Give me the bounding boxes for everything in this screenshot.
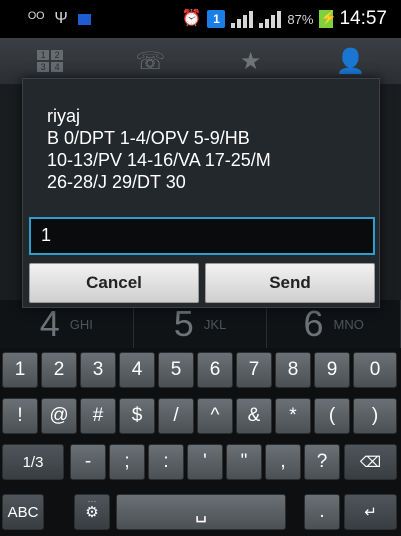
key-period[interactable]: . <box>304 494 340 530</box>
key-apostrophe[interactable]: ' <box>187 444 223 480</box>
key-hash[interactable]: # <box>80 398 116 434</box>
page-toggle-key[interactable]: 1/3 <box>2 444 64 480</box>
keyboard-row-symbols: ! @ # $ / ^ & * ( ) <box>0 398 401 436</box>
clock-time: 14:57 <box>339 8 387 29</box>
settings-key[interactable]: ··· ⚙ <box>74 494 110 530</box>
key-dash[interactable]: - <box>70 444 106 480</box>
send-button[interactable]: Send <box>205 263 375 303</box>
key-0[interactable]: 0 <box>353 352 397 388</box>
key-semicolon[interactable]: ; <box>109 444 145 480</box>
key-open-paren[interactable]: ( <box>314 398 350 434</box>
key-caret[interactable]: ^ <box>197 398 233 434</box>
key-2[interactable]: 2 <box>41 352 77 388</box>
dialog-message-line: B 0/DPT 1-4/OPV 5-9/HB <box>47 128 250 148</box>
star-icon: ★ <box>239 47 262 75</box>
key-3[interactable]: 3 <box>80 352 116 388</box>
dialog-message-line: riyaj <box>47 106 81 126</box>
key-5[interactable]: 5 <box>158 352 194 388</box>
keyboard-row-digits: 1 2 3 4 5 6 7 8 9 0 <box>0 352 401 390</box>
key-dollar[interactable]: $ <box>119 398 155 434</box>
voicemail-icon: ᴼᴼ <box>28 10 45 27</box>
key-7[interactable]: 7 <box>236 352 272 388</box>
key-4[interactable]: 4 <box>119 352 155 388</box>
enter-key[interactable]: ↵ <box>344 494 397 530</box>
notification-icon <box>77 13 91 25</box>
space-icon: ␣ <box>194 501 208 523</box>
ussd-dialog: riyaj B 0/DPT 1-4/OPV 5-9/HB 10-13/PV 14… <box>22 78 380 308</box>
more-dots: ··· <box>87 496 97 506</box>
signal-icon <box>259 10 282 28</box>
cancel-button[interactable]: Cancel <box>29 263 199 303</box>
key-quote[interactable]: " <box>226 444 262 480</box>
status-bar: ᴼᴼ Ψ ⏰ 1 87% 14:57 <box>0 0 401 38</box>
keyboard-row-bottom: ABC ··· ⚙ ␣ . ↵ <box>0 494 401 532</box>
battery-percent: 87% <box>287 11 314 27</box>
call-log-icon: ☏ <box>135 47 166 75</box>
key-question[interactable]: ? <box>304 444 340 480</box>
key-slash[interactable]: / <box>158 398 194 434</box>
key-comma[interactable]: , <box>265 444 301 480</box>
battery-charging-icon <box>319 10 337 28</box>
key-close-paren[interactable]: ) <box>353 398 397 434</box>
key-at[interactable]: @ <box>41 398 77 434</box>
notification-count-badge: 1 <box>207 10 226 28</box>
person-icon: 👤 <box>335 47 366 75</box>
usb-icon: Ψ <box>54 10 68 27</box>
key-6[interactable]: 6 <box>197 352 233 388</box>
keyboard-row-punctuation: 1/3 - ; : ' " , ? ⌫ <box>0 444 401 482</box>
key-asterisk[interactable]: * <box>275 398 311 434</box>
soft-keyboard: 1 2 3 4 5 6 7 8 9 0 ! @ # $ / ^ & * ( ) … <box>0 348 401 536</box>
alarm-icon: ⏰ <box>181 10 202 27</box>
signal-icon <box>231 10 254 28</box>
enter-icon: ↵ <box>364 504 377 521</box>
space-key[interactable]: ␣ <box>116 494 286 530</box>
dialog-message: riyaj B 0/DPT 1-4/OPV 5-9/HB 10-13/PV 14… <box>47 105 367 193</box>
backspace-key[interactable]: ⌫ <box>344 444 397 480</box>
keypad-icon: 1234 <box>37 50 64 72</box>
key-8[interactable]: 8 <box>275 352 311 388</box>
key-ampersand[interactable]: & <box>236 398 272 434</box>
key-1[interactable]: 1 <box>2 352 38 388</box>
dialog-message-line: 10-13/PV 14-16/VA 17-25/M <box>47 150 271 170</box>
reply-input[interactable]: 1 <box>29 217 375 255</box>
key-exclamation[interactable]: ! <box>2 398 38 434</box>
backspace-icon: ⌫ <box>359 454 382 471</box>
key-9[interactable]: 9 <box>314 352 350 388</box>
dialog-message-line: 26-28/J 29/DT 30 <box>47 172 186 192</box>
key-colon[interactable]: : <box>148 444 184 480</box>
dialog-buttons: Cancel Send <box>29 263 375 303</box>
abc-mode-key[interactable]: ABC <box>2 494 44 530</box>
